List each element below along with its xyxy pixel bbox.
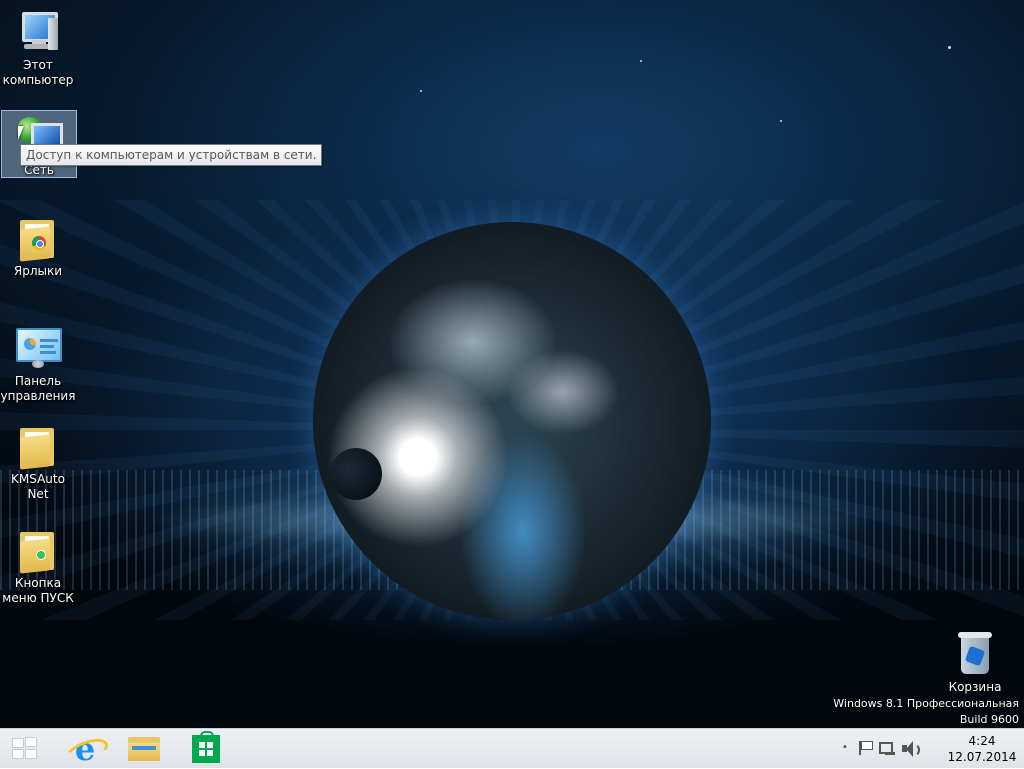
watermark-edition: Windows 8.1 Профессиональная (833, 697, 1019, 710)
folder-chrome-icon (14, 214, 62, 262)
taskbar-internet-explorer[interactable]: e (56, 731, 112, 768)
desktop-icon-label: Ярлыки (13, 264, 63, 278)
watermark-build: Build 9600 (959, 713, 1019, 726)
folder-green-icon (14, 526, 62, 574)
windows-edition-watermark: Windows 8.1 Профессиональная Build 9600 (833, 696, 1019, 728)
desktop[interactable]: Этот компьютер Сеть Ярлыки Панель управл… (0, 0, 1024, 728)
wallpaper-moon (330, 448, 382, 500)
desktop-icon-recycle-bin[interactable]: Корзина (937, 628, 1013, 695)
desktop-icon-label: Этот компьютер (2, 58, 74, 87)
recycle-bin-icon (951, 630, 999, 678)
taskbar-store[interactable] (180, 731, 232, 767)
desktop-icon-shortcuts-folder[interactable]: Ярлыки (0, 212, 76, 279)
volume-icon[interactable] (900, 739, 920, 757)
wallpaper-star (948, 46, 951, 49)
wallpaper-star (780, 120, 782, 122)
store-icon (192, 731, 220, 763)
folder-icon (14, 422, 62, 470)
start-icon (11, 737, 39, 761)
network-tooltip: Доступ к компьютерам и устройствам в сет… (20, 144, 323, 166)
desktop-icon-this-pc[interactable]: Этот компьютер (0, 6, 76, 88)
clock-time: 4:24 (968, 734, 996, 748)
computer-icon (14, 8, 62, 56)
desktop-icon-label: Корзина (948, 680, 1002, 694)
desktop-icon-label: Кнопка меню ПУСК (2, 576, 74, 605)
network-tray-icon[interactable] (878, 739, 896, 757)
taskbar-clock[interactable]: 4:24 12.07.2014 (946, 733, 1018, 765)
wallpaper-star (640, 60, 642, 62)
taskbar-file-explorer[interactable] (118, 731, 170, 767)
wallpaper-globe (313, 222, 711, 620)
desktop-icon-kmsauto-folder[interactable]: KMSAuto Net (0, 420, 76, 502)
notification-area[interactable]: • 4:24 12.07.2014 (834, 729, 1024, 769)
desktop-icon-control-panel[interactable]: Панель управления (0, 322, 76, 404)
desktop-icon-label: Панель управления (0, 374, 76, 403)
show-hidden-icons-button[interactable]: • (836, 739, 854, 757)
desktop-icon-label: KMSAuto Net (11, 472, 65, 501)
control-panel-icon (14, 324, 62, 372)
mouse-cursor-icon (18, 126, 24, 140)
start-button[interactable] (0, 731, 52, 767)
clock-date: 12.07.2014 (947, 750, 1017, 764)
taskbar[interactable]: e • 4:24 12.07.2014 (0, 728, 1024, 768)
wallpaper-star (420, 90, 422, 92)
action-center-flag-icon[interactable] (856, 739, 874, 757)
desktop-icon-start-button-folder[interactable]: Кнопка меню ПУСК (0, 524, 76, 606)
